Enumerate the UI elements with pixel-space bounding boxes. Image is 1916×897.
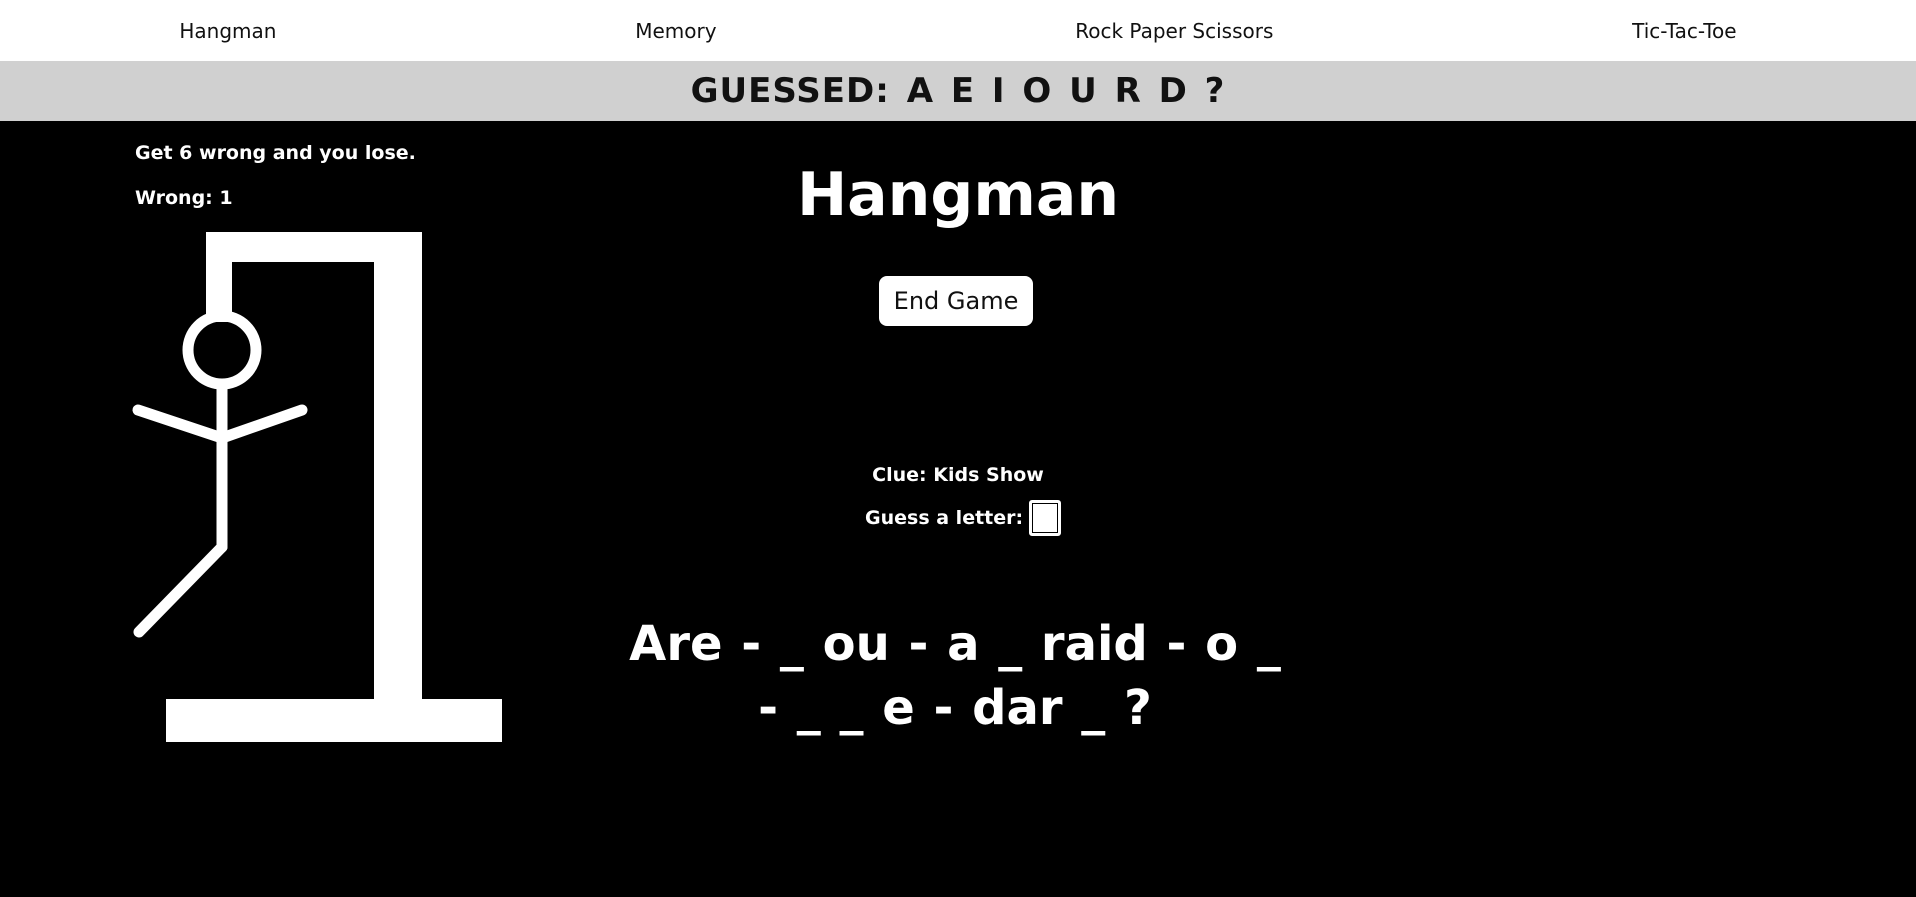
guess-letter-input[interactable] (1029, 500, 1062, 536)
game-title: Hangman (796, 160, 1120, 230)
nav-hangman[interactable]: Hangman (179, 19, 276, 43)
guess-row: Guess a letter: (865, 500, 1062, 536)
figure-left-leg (133, 541, 228, 638)
figure-head (182, 310, 262, 390)
nav-memory[interactable]: Memory (635, 19, 716, 43)
clue-text: Clue: Kids Show (0, 464, 1916, 486)
guessed-letters: A E I O U R D ? (906, 71, 1226, 111)
puzzle-phrase: Are - _ ou - a _ raid - o _ - _ _ e - da… (560, 612, 1350, 740)
top-nav: Hangman Memory Rock Paper Scissors Tic-T… (0, 0, 1916, 61)
puzzle-line-2: - _ _ e - dar _ ? (758, 680, 1152, 736)
figure-right-arm (216, 404, 308, 444)
puzzle-line-1: Are - _ ou - a _ raid - o _ (629, 616, 1281, 672)
clue-value: Kids Show (933, 464, 1044, 486)
nav-tic-tac-toe[interactable]: Tic-Tac-Toe (1632, 19, 1736, 43)
clue-label: Clue: (872, 464, 927, 486)
end-game-button[interactable]: End Game (879, 276, 1033, 326)
guess-label: Guess a letter: (865, 507, 1024, 529)
guessed-label: GUESSED: (690, 71, 890, 111)
gallows-rope (206, 232, 232, 322)
figure-left-arm (132, 404, 228, 444)
guessed-letters-bar: GUESSED: A E I O U R D ? (0, 61, 1916, 121)
gallows-base (166, 699, 502, 742)
nav-rock-paper-scissors[interactable]: Rock Paper Scissors (1075, 19, 1273, 43)
